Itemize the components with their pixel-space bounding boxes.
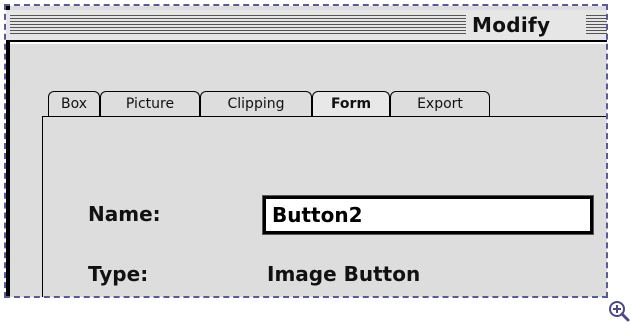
tab-form[interactable]: Form bbox=[312, 91, 390, 117]
dialog-title: Modify bbox=[472, 13, 551, 37]
tab-export[interactable]: Export bbox=[390, 91, 490, 117]
tab-box[interactable]: Box bbox=[48, 91, 100, 117]
tab-panel-left-edge bbox=[42, 116, 43, 297]
tab-clipping[interactable]: Clipping bbox=[200, 91, 312, 117]
name-input[interactable] bbox=[262, 195, 594, 235]
dialog-titlebar[interactable]: Modify bbox=[6, 10, 607, 42]
tab-picture[interactable]: Picture bbox=[100, 91, 200, 117]
type-label: Type: bbox=[88, 262, 149, 286]
titlebar-stripes-right bbox=[586, 15, 607, 35]
zoom-in-icon[interactable] bbox=[607, 299, 631, 323]
tab-panel-top-edge bbox=[42, 116, 607, 117]
screenshot-stage: Modify Box Picture Clipping Form Export … bbox=[0, 0, 631, 332]
titlebar-stripes-left bbox=[10, 15, 466, 35]
name-label: Name: bbox=[88, 202, 161, 226]
titlebar-highlight bbox=[10, 42, 607, 44]
modify-dialog bbox=[6, 6, 607, 297]
type-value: Image Button bbox=[267, 262, 421, 286]
window-left-edge bbox=[6, 6, 10, 297]
